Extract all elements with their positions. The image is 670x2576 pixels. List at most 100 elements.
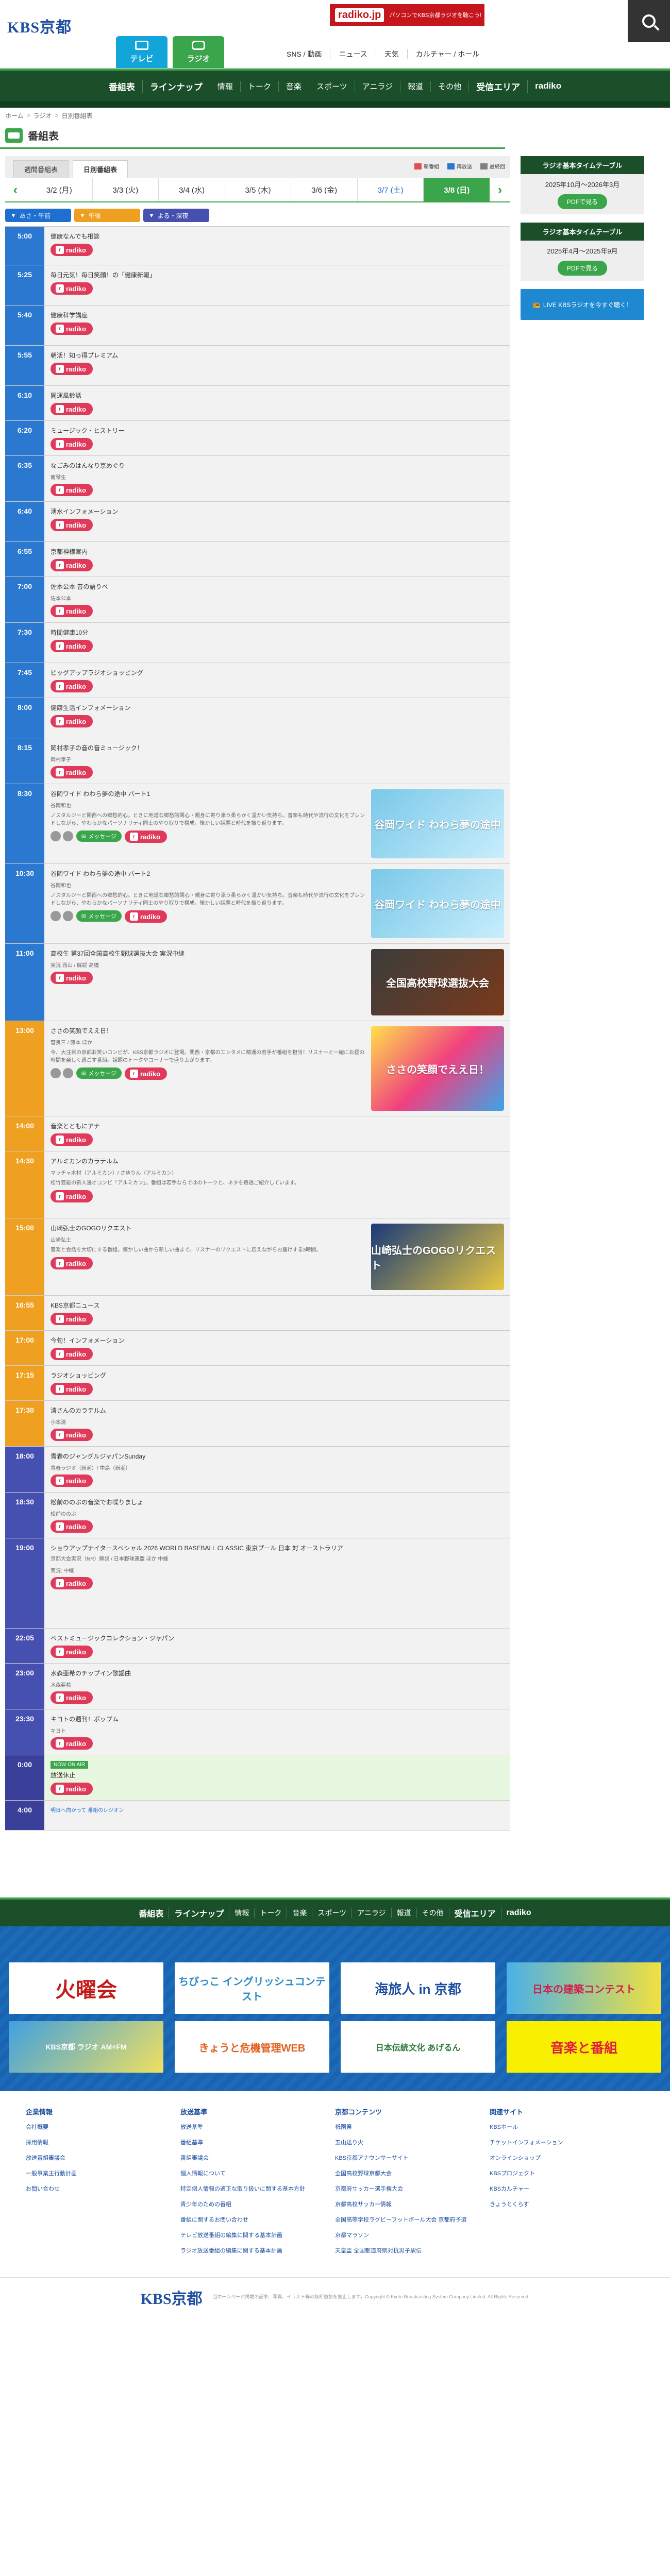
program-title[interactable]: 佐本公本 音の語りべ [51, 582, 504, 591]
prev-arrow-icon[interactable]: ‹ [5, 178, 26, 201]
banner-umitabi[interactable]: 海旅人 in 京都 [341, 1962, 495, 2014]
footer-link[interactable]: 個人情報について [180, 2169, 335, 2177]
radiko-button[interactable]: r radiko [51, 1737, 93, 1750]
program-thumbnail[interactable]: 全国高校野球選抜大会 [371, 949, 504, 1015]
program-title[interactable]: 音楽とともにアナ [51, 1122, 504, 1130]
footer-link[interactable]: 青少年のための番組 [180, 2200, 335, 2208]
radiko-button[interactable]: r radiko [51, 1520, 93, 1533]
program-title[interactable]: ラジオショッピング [51, 1371, 504, 1380]
footer-link[interactable]: 天皇盃 全国都道府県対抗男子駅伝 [335, 2246, 490, 2255]
program-title[interactable]: 開運風鈴話 [51, 391, 504, 400]
radiko-button[interactable]: r radiko [51, 680, 93, 692]
footer-nav-area[interactable]: 受信エリア [449, 1907, 501, 1919]
radiko-button[interactable]: r radiko [125, 831, 167, 843]
radiko-button[interactable]: r radiko [51, 1383, 93, 1395]
radiko-button[interactable]: r radiko [51, 244, 93, 256]
nav-other[interactable]: その他 [431, 80, 470, 92]
pdf-button[interactable]: PDFで見る [557, 261, 607, 276]
footer-link[interactable]: KBS京都アナウンサーサイト [335, 2154, 490, 2162]
program-title[interactable]: 京都神様案内 [51, 547, 504, 556]
radiko-button[interactable]: r radiko [51, 323, 93, 335]
program-thumbnail[interactable]: ささの笑顔でええ日！ [371, 1026, 504, 1111]
footer-link[interactable]: 京都高校サッカー情報 [335, 2200, 490, 2208]
footer-nav-radiko[interactable]: radiko [501, 1908, 537, 1918]
program-title[interactable]: 朝活！知っ得プレミアム [51, 351, 504, 360]
banner-radio-amfm[interactable]: KBS京都 ラジオ AM+FM [9, 2021, 163, 2073]
twitter-icon[interactable] [51, 911, 61, 922]
footer-link[interactable]: 全国高等学校ラグビーフットボール大会 京都府予選 [335, 2215, 490, 2224]
program-title[interactable]: キヨトの週刊！ポップム [51, 1715, 504, 1723]
live-banner[interactable]: 📻 LIVE KBSラジオを今すぐ聴く！ [521, 289, 644, 320]
next-arrow-icon[interactable]: › [490, 178, 510, 201]
nav-sports[interactable]: スポーツ [309, 80, 355, 92]
radiko-button[interactable]: r radiko [51, 1646, 93, 1658]
footer-nav-schedule[interactable]: 番組表 [133, 1907, 170, 1919]
header-link-news[interactable]: ニュース [330, 49, 376, 59]
footer-link[interactable]: チケットインフォメーション [490, 2138, 644, 2146]
radiko-button[interactable]: r radiko [51, 605, 93, 617]
footer-link[interactable]: KBSホール [490, 2123, 644, 2131]
footer-nav-news[interactable]: 報道 [392, 1908, 417, 1918]
footer-nav-sports[interactable]: スポーツ [312, 1908, 353, 1918]
program-thumbnail[interactable]: 谷岡ワイド わわら夢の途中 [371, 789, 504, 858]
footer-link[interactable]: 放送番組審議会 [26, 2154, 180, 2162]
radiko-button[interactable]: r radiko [51, 972, 93, 984]
footer-nav-music[interactable]: 音楽 [287, 1908, 313, 1918]
tab-weekly[interactable]: 週間番組表 [13, 160, 69, 178]
day-2[interactable]: 3/4 (水) [158, 178, 225, 201]
footer-link[interactable]: 放送基準 [180, 2123, 335, 2131]
day-6[interactable]: 3/8 (日) [423, 178, 490, 201]
day-4[interactable]: 3/6 (金) [291, 178, 357, 201]
footer-link[interactable]: 京都マラソン [335, 2231, 490, 2239]
period-night-button[interactable]: ▼ よる・深夜 [143, 209, 209, 222]
program-title[interactable]: 健康生活インフォメーション [51, 703, 504, 712]
footer-link[interactable]: オンラインショップ [490, 2154, 644, 2162]
radiko-button[interactable]: r radiko [51, 363, 93, 375]
footer-nav-talk[interactable]: トーク [255, 1908, 288, 1918]
twitter-icon[interactable] [51, 1068, 61, 1079]
radiko-button[interactable]: r radiko [51, 715, 93, 727]
radiko-button[interactable]: r radiko [51, 1257, 93, 1269]
header-link-weather[interactable]: 天気 [376, 49, 408, 59]
banner-kayoukai[interactable]: 火曜会 [9, 1962, 163, 2014]
day-0[interactable]: 3/2 (月) [26, 178, 92, 201]
banner-music[interactable]: 音楽と番組 [507, 2021, 661, 2073]
footer-link[interactable]: 採用情報 [26, 2138, 180, 2146]
radiko-banner[interactable]: radiko.jp パソコンでKBS京都ラジオを聴こう! [330, 4, 484, 26]
footer-link[interactable]: 番組審議会 [180, 2154, 335, 2162]
breadcrumb-radio[interactable]: ラジオ [34, 111, 52, 120]
program-title[interactable]: 健康なんでも相談 [51, 232, 504, 241]
nav-talk[interactable]: トーク [241, 80, 279, 92]
banner-tradition[interactable]: 日本伝統文化 あげるん [341, 2021, 495, 2073]
program-title[interactable]: 放送休止 [51, 1771, 504, 1780]
tab-daily[interactable]: 日別番組表 [73, 160, 128, 178]
radiko-button[interactable]: r radiko [51, 1691, 93, 1704]
twitter-icon[interactable] [51, 831, 61, 842]
program-title[interactable]: 湧水インフォメーション [51, 507, 504, 516]
program-thumbnail[interactable]: 谷岡ワイド わわら夢の途中 [371, 869, 504, 938]
message-button[interactable]: ✉ メッセージ [76, 1067, 122, 1079]
footer-link[interactable]: 五山送り火 [335, 2138, 490, 2146]
radiko-button[interactable]: r radiko [51, 559, 93, 571]
program-title[interactable]: 山崎弘士のGOGOリクエスト [51, 1224, 366, 1232]
facebook-icon[interactable] [63, 1068, 73, 1079]
footer-link[interactable]: 特定個人情報の適正な取り扱いに関する基本方針 [180, 2184, 335, 2193]
radiko-button[interactable]: r radiko [51, 403, 93, 415]
program-title[interactable]: アルミカンのカラテルム [51, 1157, 504, 1165]
kbs-logo[interactable]: KBS京都 [7, 14, 72, 37]
header-link-sns[interactable]: SNS / 動画 [278, 49, 331, 59]
breadcrumb-home[interactable]: ホーム [5, 111, 24, 120]
program-title[interactable]: ミュージック・ヒストリー [51, 426, 504, 435]
program-title[interactable]: 高校生 第37回全国高校生野球選抜大会 実況中継 [51, 949, 366, 958]
program-title[interactable]: ささの笑顔でええ日！ [51, 1026, 366, 1035]
day-1[interactable]: 3/3 (火) [92, 178, 159, 201]
footer-nav-anime[interactable]: アニラジ [352, 1908, 392, 1918]
program-title[interactable]: ベストミュージックコレクション・ジャパン [51, 1634, 504, 1642]
footer-nav-lineup[interactable]: ラインナップ [169, 1907, 230, 1919]
radiko-button[interactable]: r radiko [51, 1348, 93, 1360]
program-title[interactable]: なごみのはんなり京めぐり [51, 461, 504, 470]
nav-radiko[interactable]: radiko [528, 81, 568, 91]
pdf-button[interactable]: PDFで見る [557, 194, 607, 209]
program-title[interactable]: 毎日元気！毎日笑顔！の「健康新報」 [51, 270, 504, 279]
facebook-icon[interactable] [63, 831, 73, 842]
